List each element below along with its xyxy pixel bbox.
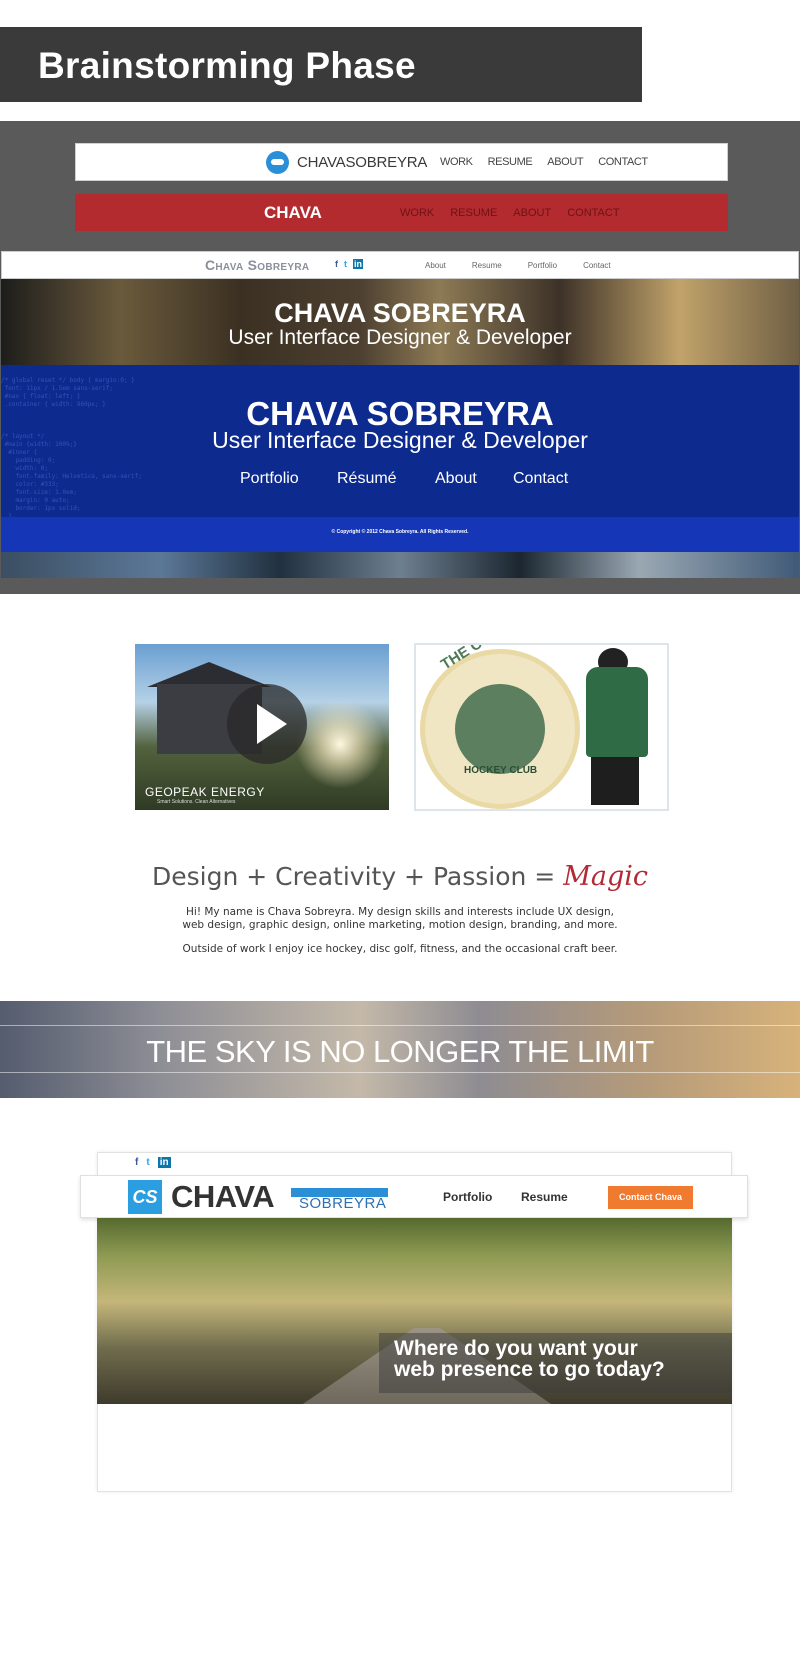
nav-item-portfolio[interactable]: Portfolio (528, 261, 557, 270)
linkedin-icon[interactable]: in (157, 1157, 171, 1168)
bio-hobbies: Outside of work I enjoy ice hockey, disc… (182, 943, 618, 955)
facebook-icon[interactable]: f (135, 1157, 138, 1168)
hockey-player-illustration (586, 667, 648, 757)
social-links: f t in (335, 259, 363, 269)
page-title: Brainstorming Phase (38, 45, 416, 86)
bio-paragraph: Hi! My name is Chava Sobreyra. My design… (0, 906, 800, 932)
nav-item-portfolio[interactable]: Portfolio (240, 470, 337, 488)
logo-text: Chava Sobreyra (205, 257, 310, 273)
cs-logo-icon[interactable]: CS (128, 1180, 162, 1214)
nav-item-work[interactable]: WORK (440, 156, 473, 168)
video-thumbnail[interactable]: GEOPEAK ENERGY Smart Solutions. Clean Al… (135, 644, 389, 810)
nav-item-contact[interactable]: CONTACT (567, 207, 619, 219)
divider-line (0, 1025, 800, 1026)
hero-blue: /* global reset */ body { margin:0; } fo… (1, 365, 799, 517)
copyright-text: © Copyright © 2012 Chava Sobreyra. All R… (331, 529, 469, 535)
social-links: f t in (135, 1157, 171, 1168)
nav-item-about[interactable]: ABOUT (547, 156, 583, 168)
footer-bar: © Copyright © 2012 Chava Sobreyra. All R… (1, 517, 799, 552)
sky-banner-text: THE SKY IS NO LONGER THE LIMIT (146, 1034, 654, 1069)
logo-main: CHAVA (171, 1179, 275, 1214)
hero-name: CHAVA SOBREYRA (274, 298, 526, 328)
logo-circle-icon (266, 151, 289, 174)
hero-subtitle: User Interface Designer & Developer (212, 427, 588, 453)
nav-item-contact[interactable]: Contact (583, 261, 611, 270)
hero-nav: Portfolio Résumé About Contact (240, 470, 568, 488)
nav-item-resume[interactable]: RESUME (450, 207, 497, 219)
hockey-badge (420, 649, 580, 809)
site-mock-hero: Where do you want your web presence to g… (97, 1218, 732, 1404)
player-legs (591, 757, 639, 805)
nav-menu: WORK RESUME ABOUT CONTACT (400, 207, 620, 219)
header-mock-white: CHAVASOBREYRA WORK RESUME ABOUT CONTACT (75, 143, 728, 181)
nav-menu: WORK RESUME ABOUT CONTACT (440, 156, 648, 168)
badge-subtitle: HOCKEY CLUB (464, 765, 538, 776)
divider-line (0, 1072, 800, 1073)
nav-menu: About Resume Portfolio Contact (425, 261, 611, 270)
header-mock-red: CHAVA WORK RESUME ABOUT CONTACT (75, 194, 728, 231)
nav-item-resume[interactable]: Resume (472, 261, 502, 270)
hockey-thumbnail[interactable]: THE COMEBACK KIDS HOCKEY CLUB (414, 643, 669, 811)
tagline: Design + Creativity + Passion = Magic (0, 861, 800, 892)
site-mock-header: CS CHAVA SOBREYRA Portfolio Resume Conta… (80, 1175, 748, 1218)
facebook-icon[interactable]: f (335, 259, 338, 269)
nav-item-work[interactable]: WORK (400, 207, 434, 219)
sky-banner: THE SKY IS NO LONGER THE LIMIT (0, 1001, 800, 1098)
logo-text: CHAVA (264, 203, 322, 222)
tagline-text: Design + Creativity + Passion = (151, 862, 564, 891)
nav-item-about[interactable]: About (425, 261, 446, 270)
title-banner: Brainstorming Phase (0, 27, 642, 102)
nav-item-contact[interactable]: Contact (513, 470, 568, 488)
hero-blurred: CHAVA SOBREYRA User Interface Designer &… (1, 279, 799, 365)
video-brand: GEOPEAK ENERGY (145, 785, 265, 799)
nav-item-resume[interactable]: RESUME (488, 156, 533, 168)
hero-subtitle: User Interface Designer & Developer (228, 326, 572, 349)
nav-item-contact[interactable]: CONTACT (598, 156, 648, 168)
nav-item-resume[interactable]: Resume (521, 1190, 568, 1204)
linkedin-icon[interactable]: in (353, 259, 363, 269)
nav-item-resume[interactable]: Résumé (337, 470, 435, 488)
nav-item-about[interactable]: ABOUT (513, 207, 551, 219)
video-tagline: Smart Solutions. Clean Alternatives (157, 799, 236, 805)
nav-item-portfolio[interactable]: Portfolio (443, 1190, 492, 1204)
header-mock-thin: Chava Sobreyra f t in About Resume Portf… (1, 251, 799, 279)
twitter-icon[interactable]: t (146, 1157, 149, 1168)
contact-button[interactable]: Contact Chava (608, 1186, 693, 1209)
hero-caption-line: web presence to go today? (394, 1358, 665, 1381)
play-icon[interactable] (227, 684, 307, 764)
nav-item-about[interactable]: About (435, 470, 513, 488)
logo-sub: SOBREYRA (299, 1195, 387, 1212)
logo-text: CHAVASOBREYRA (297, 154, 428, 171)
bio-line: Hi! My name is Chava Sobreyra. My design… (186, 906, 614, 918)
bio-line: web design, graphic design, online marke… (182, 919, 618, 931)
desk-photo-strip (1, 552, 799, 578)
sun-glare (295, 699, 385, 789)
badge-center (455, 684, 545, 774)
tagline-magic: Magic (563, 861, 648, 892)
hero-caption-line: Where do you want your (394, 1337, 638, 1360)
twitter-icon[interactable]: t (344, 259, 347, 269)
hero-caption: Where do you want your web presence to g… (394, 1338, 665, 1380)
